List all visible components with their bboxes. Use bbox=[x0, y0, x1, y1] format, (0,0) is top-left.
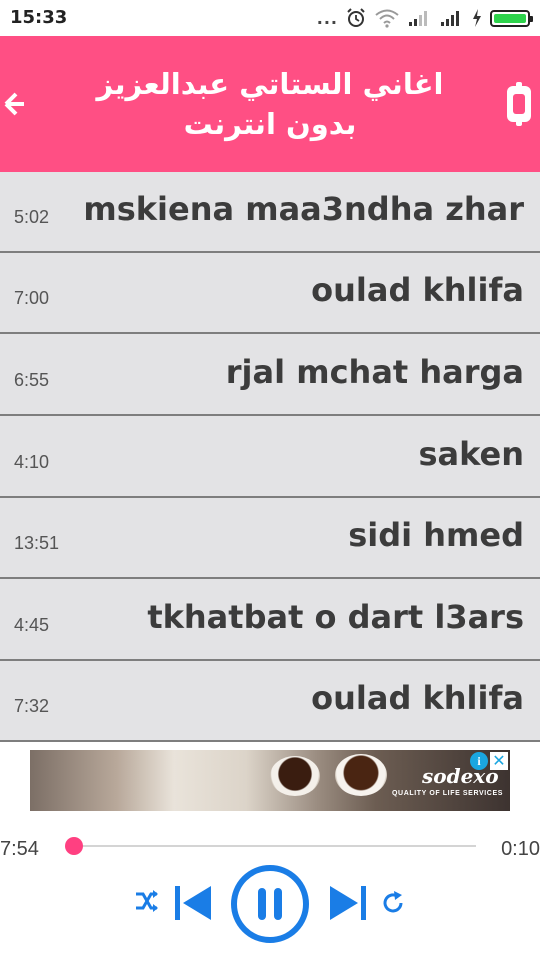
seek-thumb[interactable] bbox=[65, 837, 83, 855]
song-title: oulad khlifa bbox=[311, 679, 524, 717]
song-duration: 4:45 bbox=[14, 615, 50, 635]
status-icons: ... bbox=[316, 6, 533, 30]
battery-level bbox=[494, 13, 526, 23]
ad-brand-logo: sodexo bbox=[422, 764, 499, 788]
shuffle-icon bbox=[136, 890, 158, 912]
next-button[interactable] bbox=[328, 883, 368, 923]
song-row[interactable]: 13:51 sidi hmed bbox=[0, 498, 540, 579]
overflow-menu-icon bbox=[507, 82, 531, 126]
song-title: tkhatbat o dart l3ars bbox=[147, 598, 524, 636]
elapsed-time: 7:54 bbox=[0, 838, 39, 860]
song-duration: 13:51 bbox=[14, 533, 60, 553]
song-row[interactable]: 7:32 oulad khlifa bbox=[0, 661, 540, 742]
song-duration: 4:10 bbox=[14, 452, 50, 472]
song-title: mskiena maa3ndha zhar bbox=[83, 190, 524, 228]
app-header: اغاني الستاتي عبدالعزيز بدون انترنت bbox=[0, 36, 540, 172]
overflow-menu-button[interactable] bbox=[504, 82, 534, 126]
song-row[interactable]: 4:45 tkhatbat o dart l3ars bbox=[0, 580, 540, 661]
media-player: 7:54 0:10 bbox=[0, 815, 540, 960]
song-title: rjal mchat harga bbox=[225, 353, 524, 391]
ad-coffee-cup-image bbox=[335, 754, 387, 796]
battery-icon bbox=[490, 9, 533, 27]
alarm-icon bbox=[347, 8, 365, 27]
total-time: 0:10 bbox=[501, 838, 540, 860]
ad-banner[interactable]: sodexo QUALITY OF LIFE SERVICES i ✕ bbox=[30, 750, 510, 811]
ad-coffee-cup-image bbox=[270, 756, 320, 796]
song-title: sidi hmed bbox=[348, 516, 524, 554]
more-notifications-icon: ... bbox=[316, 8, 338, 28]
charging-icon bbox=[473, 9, 481, 27]
song-row[interactable]: 7:00 oulad khlifa bbox=[0, 253, 540, 334]
song-row[interactable]: 6:55 rjal mchat harga bbox=[0, 335, 540, 416]
song-title: oulad khlifa bbox=[311, 271, 524, 309]
back-button[interactable] bbox=[2, 86, 38, 122]
previous-icon bbox=[175, 886, 211, 920]
status-bar: 15:33 ... bbox=[0, 0, 540, 36]
status-time: 15:33 bbox=[10, 7, 68, 28]
next-icon bbox=[330, 886, 366, 920]
wifi-icon bbox=[375, 9, 399, 28]
play-pause-button[interactable] bbox=[229, 863, 311, 945]
song-duration: 6:55 bbox=[14, 370, 50, 390]
seek-bar[interactable] bbox=[65, 837, 476, 855]
page-title: اغاني الستاتي عبدالعزيز بدون انترنت bbox=[96, 67, 444, 141]
back-arrow-icon bbox=[4, 92, 34, 116]
pause-icon bbox=[231, 865, 309, 943]
ad-tagline: QUALITY OF LIFE SERVICES bbox=[392, 790, 503, 797]
song-duration: 5:02 bbox=[14, 207, 50, 227]
song-list: 5:02 mskiena maa3ndha zhar 7:00 oulad kh… bbox=[0, 172, 540, 742]
ad-close-icon[interactable]: ✕ bbox=[490, 752, 508, 770]
song-row[interactable]: 4:10 saken bbox=[0, 417, 540, 498]
song-row[interactable]: 5:02 mskiena maa3ndha zhar bbox=[0, 172, 540, 253]
previous-button[interactable] bbox=[173, 883, 213, 923]
song-title: saken bbox=[418, 435, 524, 473]
signal-weak-icon bbox=[409, 11, 427, 26]
signal-strong-icon bbox=[441, 11, 459, 26]
shuffle-button[interactable] bbox=[133, 887, 161, 915]
repeat-button[interactable] bbox=[380, 890, 406, 916]
song-duration: 7:32 bbox=[14, 696, 50, 716]
song-duration: 7:00 bbox=[14, 288, 50, 308]
repeat-icon bbox=[383, 891, 403, 913]
ad-info-icon[interactable]: i bbox=[470, 752, 488, 770]
